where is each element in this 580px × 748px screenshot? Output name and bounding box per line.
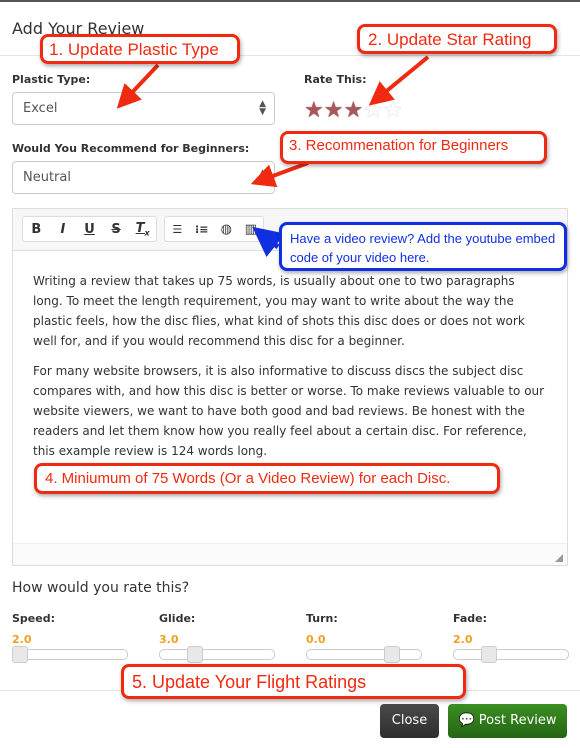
slider-thumb[interactable] — [384, 646, 400, 663]
link-globe-icon[interactable]: ◍ — [214, 222, 239, 237]
arrow-2 — [368, 55, 430, 106]
beginner-select[interactable]: Neutral ▲ ▼ — [12, 161, 275, 194]
flight-slider[interactable] — [159, 646, 275, 663]
bold-icon[interactable]: B — [23, 222, 50, 237]
paragraph: For many website browsers, it is also in… — [33, 364, 545, 458]
close-button[interactable]: Close — [380, 704, 439, 738]
slider-thumb[interactable] — [187, 646, 203, 663]
annotation-4: 4. Miniumum of 75 Words (Or a Video Revi… — [34, 463, 500, 494]
strikethrough-icon[interactable]: S — [103, 222, 130, 237]
insert-group: ☰ ⁝≡ ◍ ▥ — [164, 216, 264, 242]
annotation-5: 5. Update Your Flight Ratings — [121, 664, 466, 699]
resize-handle-icon[interactable] — [555, 554, 563, 562]
underline-icon[interactable]: U — [76, 222, 103, 237]
unordered-list-icon[interactable]: ⁝≡ — [190, 223, 215, 236]
flight-slider[interactable] — [453, 646, 569, 663]
flight-value: 2.0 — [453, 633, 473, 646]
star-icon[interactable]: ★ — [304, 100, 324, 122]
slider-thumb[interactable] — [481, 646, 497, 663]
post-review-button[interactable]: 💬 Post Review — [448, 704, 567, 738]
plastic-type-label: Plastic Type: — [12, 73, 91, 86]
star-icon[interactable]: ★ — [343, 100, 363, 122]
rate-this-label: Rate This: — [304, 73, 367, 86]
annotation-video: Have a video review? Add the youtube emb… — [279, 222, 567, 271]
star-icon[interactable]: ★ — [363, 100, 383, 122]
ordered-list-icon[interactable]: ☰ — [165, 223, 190, 236]
italic-icon[interactable]: I — [50, 222, 77, 237]
editor-statusbar — [13, 543, 567, 565]
clear-format-icon[interactable]: Tx — [129, 221, 156, 238]
star-rating[interactable]: ★ ★ ★ ★ ★ — [304, 100, 403, 122]
annotation-3: 3. Recommenation for Beginners — [280, 131, 547, 164]
post-review-label: Post Review — [478, 713, 557, 728]
editor-content[interactable]: Writing a review that takes up 75 words,… — [13, 251, 567, 491]
window-top-border — [0, 0, 580, 2]
flight-label: Speed: — [12, 612, 55, 625]
comment-icon: 💬 — [458, 713, 475, 728]
select-arrows-icon: ▲ ▼ — [259, 99, 266, 117]
flight-slider[interactable] — [306, 646, 422, 663]
paragraph: Writing a review that takes up 75 words,… — [33, 274, 525, 348]
beginner-label: Would You Recommend for Beginners: — [12, 142, 250, 155]
flight-label: Fade: — [453, 612, 488, 625]
flight-value: 0.0 — [306, 633, 326, 646]
beginner-value: Neutral — [23, 170, 71, 185]
star-icon[interactable]: ★ — [383, 100, 403, 122]
slider-thumb[interactable] — [12, 646, 28, 663]
flight-value: 2.0 — [12, 633, 32, 646]
flight-value: 3.0 — [159, 633, 179, 646]
flight-label: Turn: — [306, 612, 338, 625]
annotation-2: 2. Update Star Rating — [357, 24, 557, 54]
video-film-icon[interactable]: ▥ — [239, 222, 264, 237]
flight-slider[interactable] — [12, 646, 128, 663]
format-group: B I U S Tx — [22, 216, 157, 242]
flight-rating-heading: How would you rate this? — [12, 580, 190, 596]
annotation-1: 1. Update Plastic Type — [40, 34, 240, 64]
plastic-type-select[interactable]: Excel ▲ ▼ — [12, 92, 275, 125]
star-icon[interactable]: ★ — [324, 100, 344, 122]
select-arrows-icon: ▲ ▼ — [259, 168, 266, 186]
flight-label: Glide: — [159, 612, 196, 625]
plastic-type-value: Excel — [23, 101, 58, 116]
